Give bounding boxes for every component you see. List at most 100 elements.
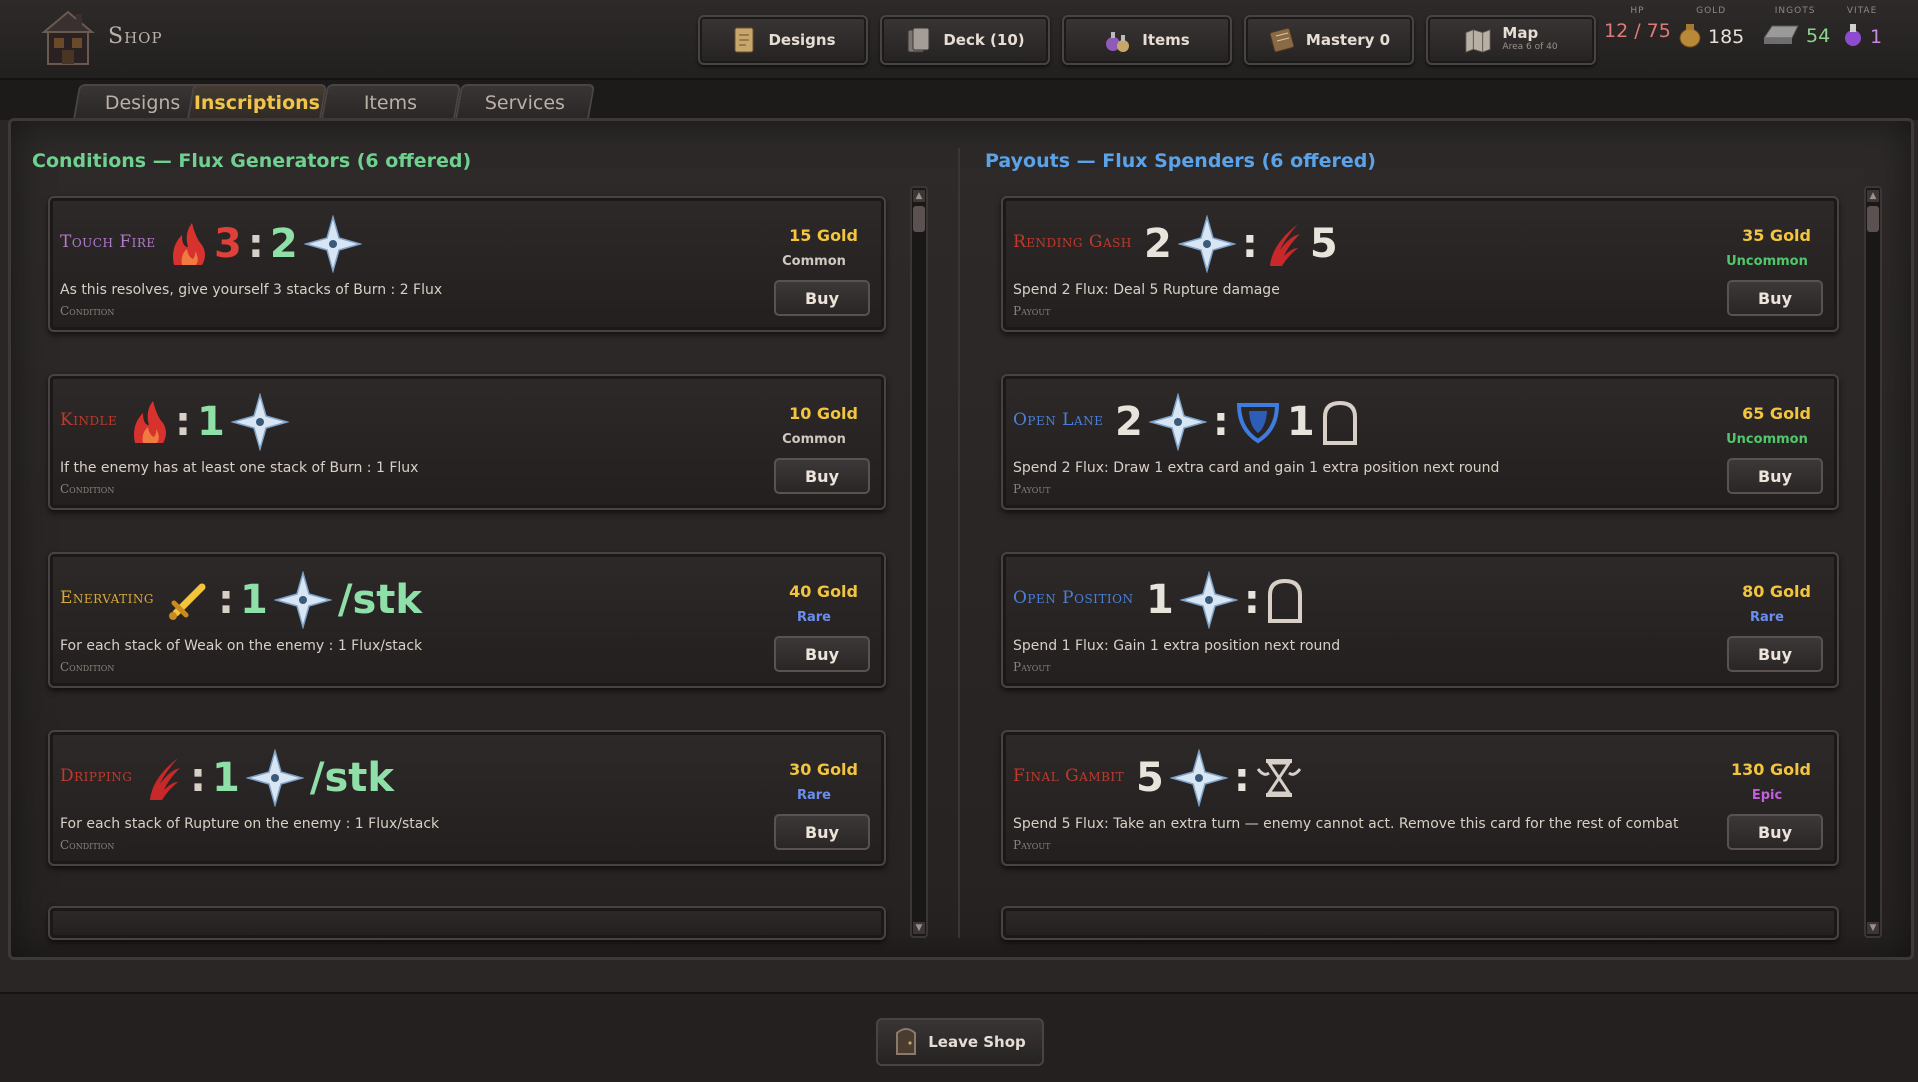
potions-icon bbox=[1104, 26, 1132, 54]
deck-nav-button[interactable]: Deck (10) bbox=[880, 15, 1050, 65]
payouts-scrollbar[interactable]: ▲ ▼ bbox=[1864, 186, 1882, 938]
card-price: 10 Gold bbox=[789, 404, 858, 423]
formula-token: 3 bbox=[214, 221, 242, 267]
card-name: Rending Gash bbox=[1013, 232, 1132, 252]
card-description: Spend 2 Flux: Draw 1 extra card and gain… bbox=[1013, 460, 1500, 476]
card-type: Payout bbox=[1013, 482, 1051, 496]
scroll-icon bbox=[730, 26, 758, 54]
formula-token: : bbox=[1233, 755, 1250, 801]
vitae-potion-icon bbox=[1842, 20, 1864, 53]
card-formula: 2: 1 bbox=[1115, 393, 1359, 451]
card-description: For each stack of Weak on the enemy : 1 … bbox=[60, 638, 423, 654]
rarity-badge: Rare bbox=[796, 610, 831, 625]
list-item[interactable] bbox=[48, 906, 886, 940]
buy-button[interactable]: Buy bbox=[1727, 458, 1823, 494]
card-name: Final Gambit bbox=[1013, 766, 1125, 786]
formula-token: : bbox=[1243, 577, 1260, 623]
formula-token: 1 bbox=[212, 755, 240, 801]
card-price: 35 Gold bbox=[1742, 226, 1811, 245]
rarity-badge: Rare bbox=[1749, 610, 1784, 625]
flux-icon bbox=[1169, 749, 1228, 807]
flux-icon bbox=[230, 393, 289, 451]
tab-inscriptions-label: Inscriptions bbox=[193, 92, 320, 114]
card-formula: :1 bbox=[129, 393, 289, 451]
ingot-icon bbox=[1760, 20, 1800, 51]
claw-icon bbox=[144, 754, 184, 802]
card-name: Dripping bbox=[60, 766, 133, 786]
map-nav-button[interactable]: Map Area 6 of 40 bbox=[1426, 15, 1596, 65]
inscription-card[interactable]: Final Gambit 5: Spend 5 Flux: Take an extr… bbox=[1001, 730, 1839, 866]
ingots-value: 54 bbox=[1806, 24, 1831, 47]
inscription-card[interactable]: Kindle:1 If the enemy has at least one st… bbox=[48, 374, 886, 510]
fire-icon bbox=[129, 399, 169, 445]
flux-icon bbox=[303, 215, 362, 273]
card-name: Touch Fire bbox=[60, 232, 156, 252]
card-price: 65 Gold bbox=[1742, 404, 1811, 423]
position-icon bbox=[1266, 577, 1304, 623]
book-icon bbox=[1268, 26, 1296, 54]
conditions-heading: Conditions — Flux Generators (6 offered) bbox=[32, 150, 472, 172]
buy-button[interactable]: Buy bbox=[1727, 636, 1823, 672]
card-formula: 1: bbox=[1146, 571, 1304, 629]
deck-nav-label: Deck (10) bbox=[943, 31, 1025, 49]
vitae-value: 1 bbox=[1870, 25, 1883, 48]
card-description: If the enemy has at least one stack of B… bbox=[60, 460, 419, 476]
tab-services[interactable]: Services bbox=[454, 84, 596, 120]
scroll-up-arrow-icon[interactable]: ▲ bbox=[1867, 190, 1879, 202]
buy-button[interactable]: Buy bbox=[774, 280, 870, 316]
formula-token: : bbox=[1212, 399, 1229, 445]
flux-icon bbox=[245, 749, 304, 807]
rarity-badge: Common bbox=[782, 254, 846, 269]
items-nav-label: Items bbox=[1142, 31, 1190, 49]
inscription-card[interactable]: Open Position 1: Spend 1 Flux: Gain 1 extr… bbox=[1001, 552, 1839, 688]
shield-icon bbox=[1235, 399, 1281, 445]
buy-button[interactable]: Buy bbox=[774, 458, 870, 494]
payouts-scroll-thumb[interactable] bbox=[1867, 206, 1879, 232]
formula-token: 1 bbox=[1146, 577, 1174, 623]
rarity-badge: Epic bbox=[1751, 788, 1783, 803]
scroll-down-arrow-icon[interactable]: ▼ bbox=[1867, 922, 1879, 934]
hp-stat: HP 12 / 75 bbox=[1604, 6, 1671, 42]
vitae-stat: VITAE 1 bbox=[1842, 6, 1882, 53]
formula-token: 5 bbox=[1136, 755, 1164, 801]
leave-shop-label: Leave Shop bbox=[928, 1033, 1026, 1051]
ingots-stat: INGOTS 54 bbox=[1760, 6, 1830, 51]
card-type: Payout bbox=[1013, 660, 1051, 674]
list-item[interactable] bbox=[1001, 906, 1839, 940]
buy-button[interactable]: Buy bbox=[774, 636, 870, 672]
sword-icon bbox=[166, 577, 212, 623]
leave-shop-button[interactable]: Leave Shop bbox=[876, 1018, 1044, 1066]
conditions-scroll-thumb[interactable] bbox=[913, 206, 925, 232]
flux-icon bbox=[273, 571, 332, 629]
inscription-card[interactable]: Open Lane 2: 1 Spend 2 Flux: Draw 1 extra c… bbox=[1001, 374, 1839, 510]
card-description: Spend 1 Flux: Gain 1 extra position next… bbox=[1013, 638, 1341, 654]
rarity-badge: Uncommon bbox=[1726, 432, 1808, 447]
card-type: Condition bbox=[60, 660, 115, 674]
designs-nav-button[interactable]: Designs bbox=[698, 15, 868, 65]
page-title: Shop bbox=[108, 24, 163, 49]
scroll-up-arrow-icon[interactable]: ▲ bbox=[913, 190, 925, 202]
inscription-card[interactable]: Enervating:1/stk For each stack of Weak o… bbox=[48, 552, 886, 688]
buy-button[interactable]: Buy bbox=[1727, 280, 1823, 316]
inscription-card[interactable]: Touch Fire 3:2 As this resolves, give your… bbox=[48, 196, 886, 332]
inscription-card[interactable]: Dripping:1/stk For each stack of Rupture … bbox=[48, 730, 886, 866]
conditions-scrollbar[interactable]: ▲ ▼ bbox=[910, 186, 928, 938]
payouts-heading: Payouts — Flux Spenders (6 offered) bbox=[985, 150, 1376, 172]
formula-token: : bbox=[247, 221, 264, 267]
tab-items[interactable]: Items bbox=[320, 84, 462, 120]
buy-button[interactable]: Buy bbox=[1727, 814, 1823, 850]
flux-icon bbox=[1148, 393, 1207, 451]
door-icon bbox=[894, 1025, 918, 1059]
card-formula: :1/stk bbox=[166, 571, 422, 629]
card-description: As this resolves, give yourself 3 stacks… bbox=[60, 282, 443, 298]
gold-bag-icon bbox=[1678, 20, 1702, 53]
ingots-label: INGOTS bbox=[1774, 6, 1816, 16]
buy-button[interactable]: Buy bbox=[774, 814, 870, 850]
card-price: 130 Gold bbox=[1730, 760, 1811, 779]
inscription-card[interactable]: Rending Gash 2: 5 Spend 2 Flux: Deal 5 Rupt… bbox=[1001, 196, 1839, 332]
items-nav-button[interactable]: Items bbox=[1062, 15, 1232, 65]
mastery-nav-button[interactable]: Mastery 0 bbox=[1244, 15, 1414, 65]
tab-inscriptions[interactable]: Inscriptions bbox=[186, 84, 328, 120]
card-type: Condition bbox=[60, 838, 115, 852]
scroll-down-arrow-icon[interactable]: ▼ bbox=[913, 922, 925, 934]
